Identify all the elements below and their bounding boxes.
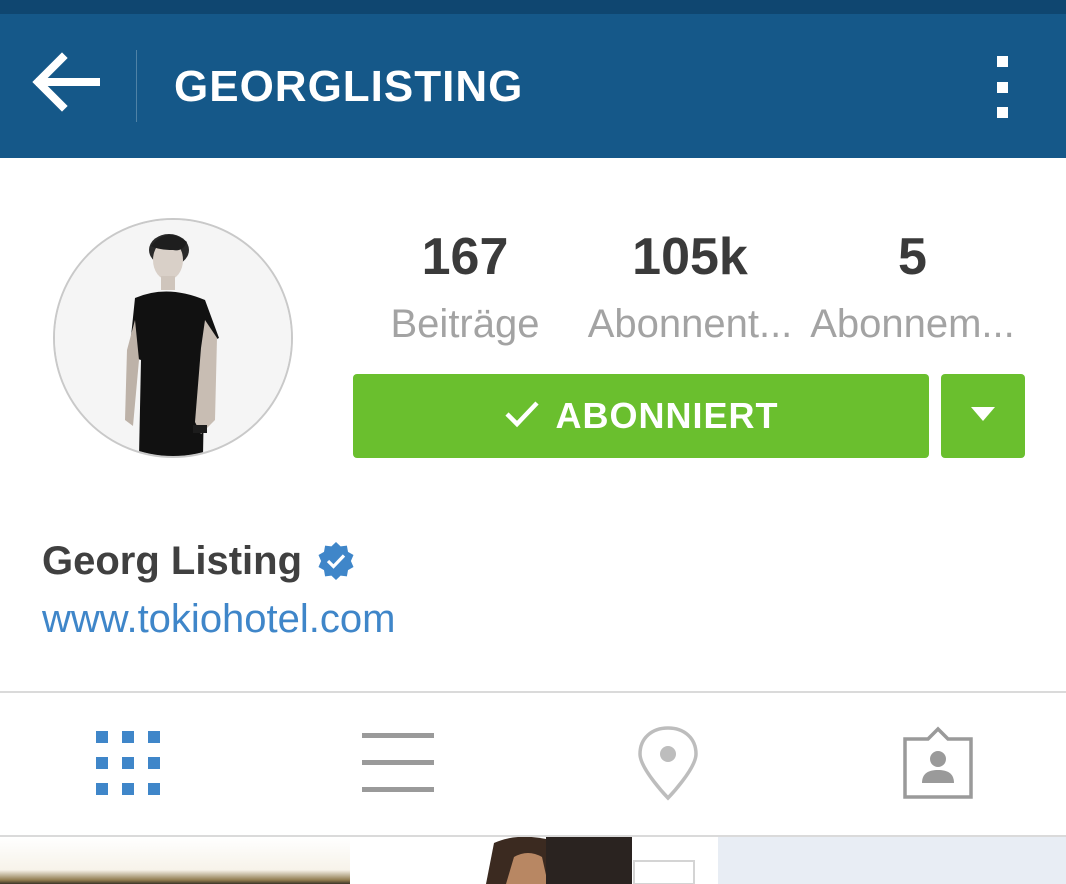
post-thumbnail[interactable]: [718, 837, 1066, 884]
more-vertical-icon-dot: [996, 81, 1008, 93]
check-icon: [504, 399, 540, 434]
post-thumbnail[interactable]: [356, 837, 716, 884]
following-button-label: ABONNIERT: [555, 395, 779, 436]
stat-followers-label: Abonnent...: [587, 302, 793, 346]
profile-website-link[interactable]: www.tokiohotel.com: [42, 594, 395, 644]
stat-posts-label: Beiträge: [390, 302, 540, 346]
grid-icon: [95, 730, 161, 801]
stat-following[interactable]: 5 Abonnem...: [800, 226, 1025, 348]
avatar[interactable]: [53, 218, 293, 458]
profile-name-row: Georg Listing: [42, 536, 356, 586]
profile-full-name: Georg Listing: [42, 539, 302, 583]
more-options-button[interactable]: [980, 52, 1024, 122]
list-icon: [361, 731, 435, 800]
tab-grid-view[interactable]: [83, 720, 173, 810]
post-thumbnail-photo: [356, 837, 716, 884]
avatar-photo: [55, 220, 291, 456]
location-pin-icon: [637, 725, 699, 806]
header-divider: [136, 50, 137, 122]
tab-bar-divider-top: [0, 691, 1066, 693]
stat-following-label: Abonnem...: [810, 302, 1015, 346]
back-button[interactable]: [22, 44, 108, 124]
app-header: GEORGLISTING: [0, 14, 1066, 158]
stat-posts-value: 167: [421, 228, 509, 286]
tagged-person-icon: [902, 725, 974, 806]
arrow-left-icon: [30, 51, 100, 117]
tab-list-view[interactable]: [353, 720, 443, 810]
tab-location-view[interactable]: [623, 720, 713, 810]
follow-options-dropdown[interactable]: [941, 374, 1025, 458]
stat-posts[interactable]: 167 Beiträge: [380, 226, 550, 348]
more-vertical-icon: [996, 56, 1008, 67]
stat-followers-value: 105k: [632, 228, 748, 286]
status-bar: [0, 0, 1066, 14]
more-vertical-icon-dot: [996, 107, 1008, 118]
verified-badge-icon: [316, 541, 356, 581]
profile-page: GEORGLISTING 167 Beiträge 105k Abonnent.…: [0, 0, 1066, 884]
tab-tagged-view[interactable]: [893, 720, 983, 810]
caret-down-icon: [970, 406, 996, 427]
stat-following-value: 5: [898, 228, 927, 286]
stat-followers[interactable]: 105k Abonnent...: [575, 226, 805, 348]
post-thumbnail[interactable]: [0, 837, 350, 884]
page-title: GEORGLISTING: [174, 62, 524, 111]
following-button[interactable]: ABONNIERT: [353, 374, 929, 458]
